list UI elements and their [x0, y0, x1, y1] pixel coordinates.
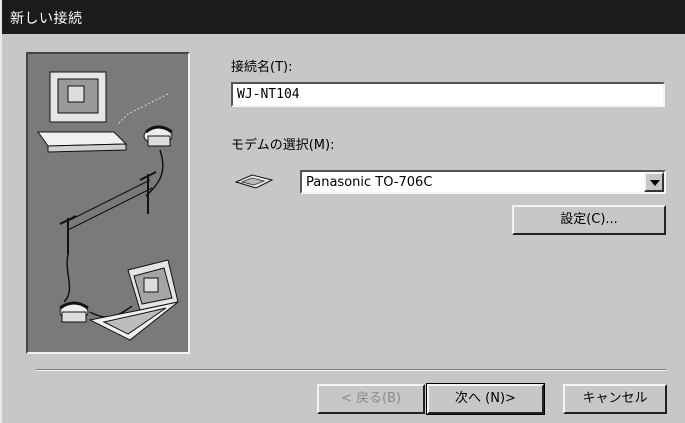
dialog-window: 新しい接続 接続名(T): WJ-NT104 モデムの選択(M): Panaso… — [0, 0, 685, 423]
window-title: 新しい接続 — [10, 11, 83, 27]
chevron-down-icon[interactable] — [644, 172, 664, 192]
back-button[interactable]: < 戻る(B) — [317, 384, 425, 414]
title-bar[interactable]: 新しい接続 — [2, 0, 685, 34]
connection-name-label: 接続名(T): — [231, 60, 293, 75]
settings-button[interactable]: 設定(C)... — [512, 205, 666, 235]
modem-icon — [234, 172, 274, 194]
modem-select-label: モデムの選択(M): — [231, 138, 335, 153]
next-button[interactable]: 次へ (N)> — [426, 383, 545, 415]
cancel-button[interactable]: キャンセル — [563, 384, 667, 414]
connection-name-field[interactable]: WJ-NT104 — [231, 82, 665, 107]
modem-select[interactable]: Panasonic TO-706C — [300, 170, 666, 194]
modem-selected-value: Panasonic TO-706C — [306, 175, 433, 190]
connection-illustration — [26, 52, 190, 354]
divider — [36, 369, 666, 371]
computer-phone-connection-illustration-icon — [37, 71, 179, 341]
